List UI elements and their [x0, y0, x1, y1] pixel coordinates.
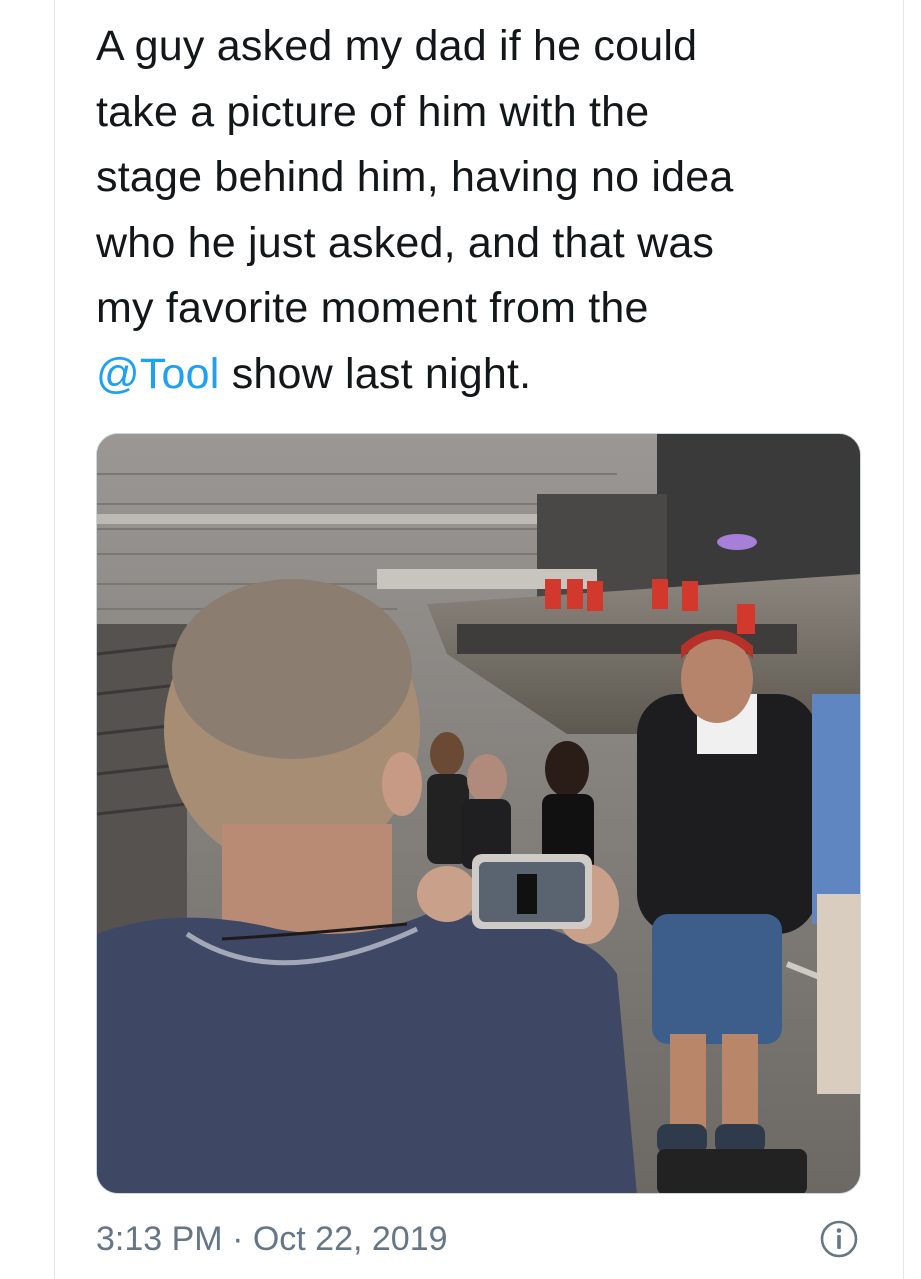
tweet-text-line: take a picture of him with the [96, 87, 650, 136]
tweet-text: A guy asked my dad if he could take a pi… [96, 14, 856, 407]
tweet-text-line: A guy asked my dad if he could [96, 22, 698, 70]
tweet-text-line: who he just asked, and that was [96, 218, 715, 267]
tweet-photo[interactable] [96, 433, 861, 1194]
mention-link[interactable]: @Tool [96, 350, 220, 398]
concert-photo-illustration [97, 434, 860, 1193]
tweet-timestamp[interactable]: 3:13 PM · Oct 22, 2019 [96, 1217, 448, 1261]
tweet-text-line: my favorite moment from the [96, 284, 649, 332]
tweet-text-tail: show last night. [219, 349, 532, 398]
tweet-time: 3:13 PM [96, 1220, 223, 1258]
info-icon[interactable] [819, 1219, 859, 1259]
meta-separator: · [222, 1220, 253, 1258]
tweet-text-line: stage behind him, having no idea [96, 153, 734, 201]
tweet-text-last-line: @Tool show last night. [96, 342, 856, 408]
tweet-date: Oct 22, 2019 [252, 1220, 448, 1258]
